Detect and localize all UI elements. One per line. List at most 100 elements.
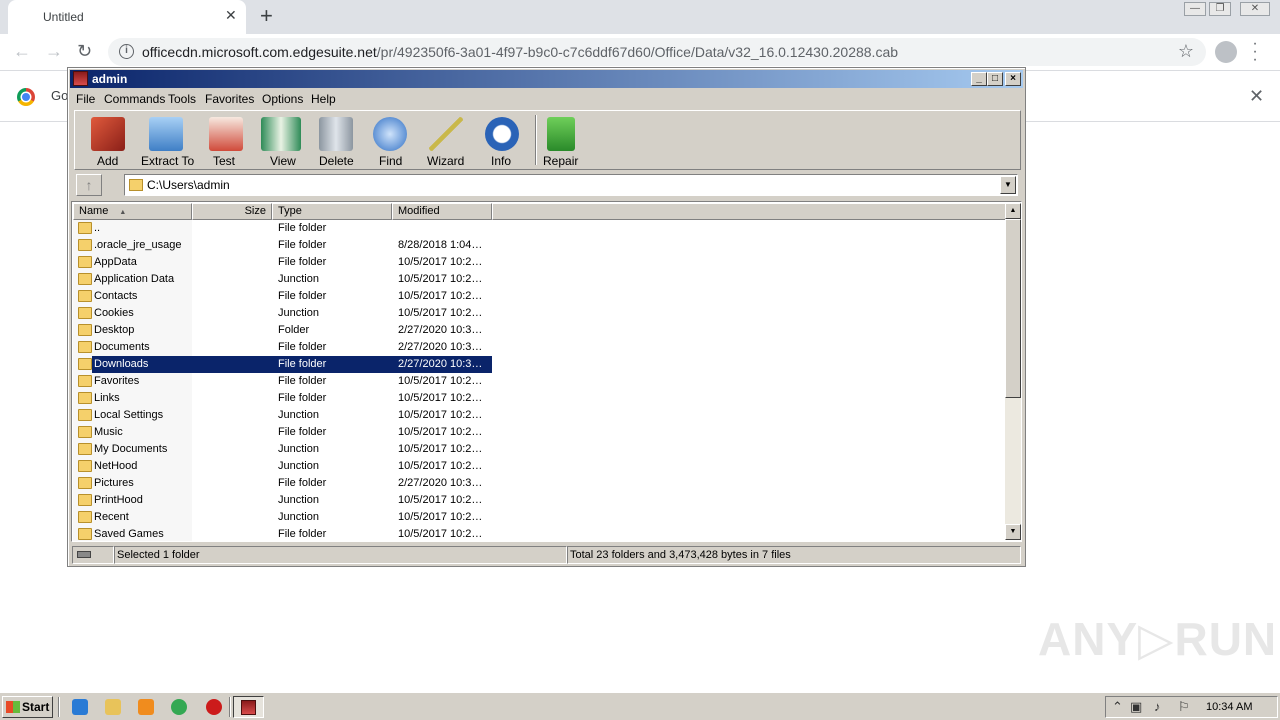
file-row[interactable]: Links File folder 10/5/2017 10:2… — [73, 390, 1008, 407]
wizard-button[interactable]: Wizard — [421, 111, 471, 169]
tab-close-icon[interactable]: ✕ — [225, 8, 237, 22]
tray-expand-icon[interactable]: ⌃ — [1112, 700, 1123, 714]
add-button[interactable]: Add — [81, 111, 131, 169]
scroll-down-icon[interactable]: ▼ — [1005, 524, 1021, 540]
network-icon[interactable]: ▣ — [1130, 700, 1142, 714]
profile-avatar-icon[interactable] — [1215, 41, 1237, 63]
repair-button[interactable]: Repair — [541, 111, 585, 169]
action-center-flag-icon[interactable]: ⚐ — [1178, 700, 1190, 714]
back-arrow-icon[interactable]: ← — [13, 41, 31, 61]
menu-tools[interactable]: Tools — [168, 92, 196, 106]
file-row[interactable]: Saved Games File folder 10/5/2017 10:2… — [73, 526, 1008, 541]
menu-commands[interactable]: Commands — [104, 92, 165, 106]
file-type: File folder — [278, 239, 327, 251]
file-row[interactable]: Music File folder 10/5/2017 10:2… — [73, 424, 1008, 441]
file-row[interactable]: My Documents Junction 10/5/2017 10:2… — [73, 441, 1008, 458]
repair-icon — [547, 117, 575, 151]
file-type: File folder — [278, 375, 327, 387]
drive-icon[interactable] — [72, 546, 114, 564]
file-row[interactable]: Cookies Junction 10/5/2017 10:2… — [73, 305, 1008, 322]
info-button[interactable]: Info — [481, 111, 525, 169]
url-text[interactable]: officecdn.microsoft.com.edgesuite.net/pr… — [142, 44, 898, 60]
file-type: File folder — [278, 290, 327, 302]
file-row[interactable]: PrintHood Junction 10/5/2017 10:2… — [73, 492, 1008, 509]
taskbar-winrar-button[interactable] — [233, 696, 264, 718]
column-header-type[interactable]: Type — [272, 203, 392, 220]
explorer-icon[interactable] — [105, 699, 121, 715]
file-row[interactable]: AppData File folder 10/5/2017 10:2… — [73, 254, 1008, 271]
file-type: File folder — [278, 222, 327, 234]
menu-file[interactable]: File — [76, 92, 95, 106]
file-row[interactable]: Pictures File folder 2/27/2020 10:3… — [73, 475, 1008, 492]
start-button[interactable]: Start — [2, 696, 53, 718]
folder-icon — [129, 179, 143, 191]
file-row[interactable]: Documents File folder 2/27/2020 10:3… — [73, 339, 1008, 356]
url-domain: officecdn.microsoft.com.edgesuite.net — [142, 44, 377, 60]
test-button[interactable]: Test — [201, 111, 251, 169]
clock[interactable]: 10:34 AM — [1206, 701, 1252, 713]
file-name: .oracle_jre_usage — [94, 239, 182, 251]
up-folder-button[interactable]: ↑ — [76, 174, 102, 196]
new-tab-button[interactable]: + — [260, 5, 273, 27]
file-modified: 10/5/2017 10:2… — [398, 494, 483, 506]
restore-window-button[interactable]: ❐ — [1209, 2, 1231, 16]
extract-to-button[interactable]: Extract To — [135, 111, 199, 169]
volume-icon[interactable]: ♪ — [1154, 700, 1161, 714]
winrar-task-icon — [241, 700, 256, 715]
path-combobox[interactable]: C:\Users\admin ▼ — [124, 174, 1018, 196]
bookmark-star-icon[interactable]: ☆ — [1178, 41, 1194, 62]
file-row[interactable]: Recent Junction 10/5/2017 10:2… — [73, 509, 1008, 526]
forward-arrow-icon[interactable]: → — [45, 41, 63, 61]
info-circle-icon — [485, 117, 519, 151]
find-button[interactable]: Find — [367, 111, 413, 169]
file-row[interactable]: NetHood Junction 10/5/2017 10:2… — [73, 458, 1008, 475]
file-row[interactable]: Application Data Junction 10/5/2017 10:2… — [73, 271, 1008, 288]
view-button[interactable]: View — [255, 111, 307, 169]
winrar-maximize-button[interactable]: □ — [987, 72, 1003, 86]
file-row[interactable]: Desktop Folder 2/27/2020 10:3… — [73, 322, 1008, 339]
file-row[interactable]: Contacts File folder 10/5/2017 10:2… — [73, 288, 1008, 305]
winrar-title-bar[interactable]: admin _ □ × — [70, 70, 1023, 88]
file-row[interactable]: .oracle_jre_usage File folder 8/28/2018 1:… — [73, 237, 1008, 254]
file-list[interactable]: Name ▲ Size Type Modified .. File folder.… — [71, 201, 1022, 542]
browser-tab[interactable]: Untitled ✕ — [8, 0, 246, 34]
column-header-name[interactable]: Name ▲ — [73, 203, 192, 220]
file-row[interactable]: Favorites File folder 10/5/2017 10:2… — [73, 373, 1008, 390]
winrar-status-bar: Selected 1 folder Total 23 folders and 3… — [70, 546, 1023, 564]
file-type: Junction — [278, 494, 319, 506]
minimize-window-button[interactable]: — — [1184, 2, 1206, 16]
toolbar-separator — [535, 115, 537, 165]
start-label: Start — [22, 700, 50, 714]
infobar-close-icon[interactable]: ✕ — [1249, 86, 1264, 107]
column-header-modified[interactable]: Modified — [392, 203, 492, 220]
ie-icon[interactable] — [72, 699, 88, 715]
winrar-minimize-button[interactable]: _ — [971, 72, 987, 86]
chrome-menu-icon[interactable]: · · · — [1252, 36, 1258, 68]
status-total: Total 23 folders and 3,473,428 bytes in … — [567, 546, 1021, 564]
chrome-icon[interactable] — [171, 699, 187, 715]
menu-help[interactable]: Help — [311, 92, 336, 106]
winrar-close-button[interactable]: × — [1005, 72, 1021, 86]
file-type: File folder — [278, 341, 327, 353]
opera-icon[interactable] — [206, 699, 222, 715]
address-bar[interactable]: i officecdn.microsoft.com.edgesuite.net/… — [108, 38, 1206, 66]
folder-icon — [78, 511, 92, 523]
file-row[interactable]: Downloads File folder 2/27/2020 10:3… — [73, 356, 1008, 373]
file-modified: 8/28/2018 1:04… — [398, 239, 483, 251]
menu-favorites[interactable]: Favorites — [205, 92, 254, 106]
reload-icon[interactable]: ↻ — [77, 41, 92, 61]
close-window-button[interactable]: ✕ — [1240, 2, 1270, 16]
folder-icon — [78, 494, 92, 506]
menu-options[interactable]: Options — [262, 92, 303, 106]
file-row[interactable]: Local Settings Junction 10/5/2017 10:2… — [73, 407, 1008, 424]
scrollbar-thumb[interactable] — [1005, 219, 1021, 398]
chevron-down-icon[interactable]: ▼ — [1000, 176, 1016, 194]
vertical-scrollbar[interactable]: ▲ ▼ — [1005, 203, 1021, 540]
file-row[interactable]: .. File folder — [73, 220, 1008, 237]
column-header-size[interactable]: Size — [192, 203, 272, 220]
taskbar: Start ⌃ ▣ ♪ ⚐ 10:34 AM — [0, 692, 1280, 720]
scroll-up-icon[interactable]: ▲ — [1005, 203, 1021, 219]
site-info-icon[interactable]: i — [119, 44, 134, 59]
media-player-icon[interactable] — [138, 699, 154, 715]
delete-button[interactable]: Delete — [311, 111, 361, 169]
